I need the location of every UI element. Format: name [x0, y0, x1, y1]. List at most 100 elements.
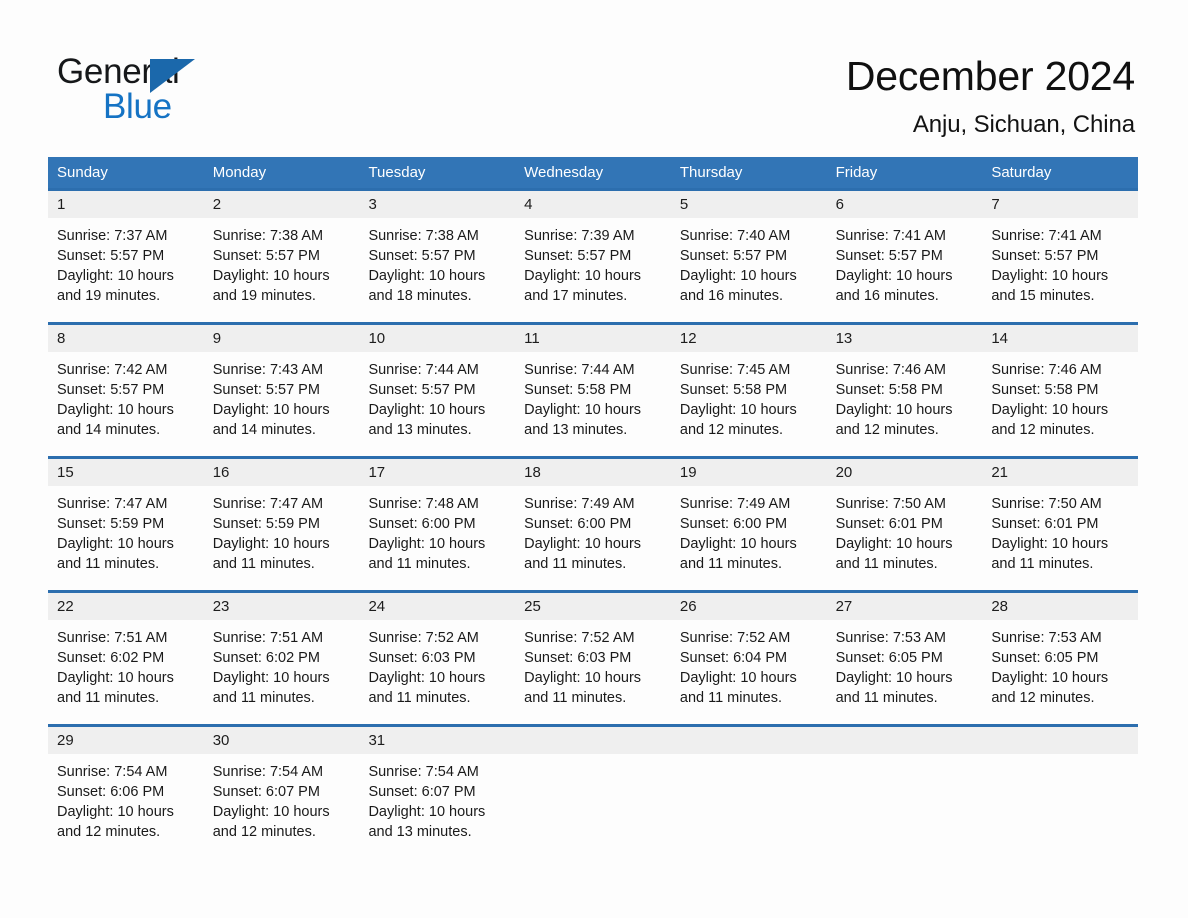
sunrise-text: Sunrise: 7:48 AM — [368, 496, 479, 512]
sunset-text: Sunset: 5:58 PM — [991, 382, 1099, 398]
calendar-week-row: 15 16 17 18 19 20 21 Sunrise: 7:47 AM Sunset: 5:… — [48, 456, 1138, 590]
sunset-text: Sunset: 6:04 PM — [679, 650, 788, 666]
sunrise-text: Sunrise: 7:41 AM — [835, 228, 947, 244]
day-cell[interactable]: Sunrise: 7:46 AM Sunset: 5:58 PM Daylight:… — [827, 352, 983, 456]
day-cell[interactable]: Sunrise: 7:49 AM Sunset: 6:00 PM Daylight:… — [671, 486, 827, 590]
general-blue-logo: General Blue — [57, 52, 307, 127]
day-number[interactable]: 2 — [204, 191, 360, 218]
day-number[interactable]: 8 — [48, 325, 204, 352]
day-number[interactable]: 20 — [827, 459, 983, 486]
day-number[interactable]: 26 — [671, 593, 827, 620]
day-cell[interactable]: Sunrise: 7:51 AM Sunset: 6:02 PM Daylight:… — [48, 620, 204, 724]
day-number[interactable]: 23 — [204, 593, 360, 620]
day-cell[interactable]: Sunrise: 7:52 AM Sunset: 6:03 PM Daylight:… — [359, 620, 515, 724]
sunrise-text: Sunrise: 7:49 AM — [679, 496, 791, 512]
sunrise-text: Sunrise: 7:47 AM — [212, 496, 324, 512]
day-number[interactable]: 11 — [515, 325, 671, 352]
daylight-text: Daylight: 10 hours and 19 minutes. — [212, 268, 330, 304]
sunrise-text: Sunrise: 7:54 AM — [368, 764, 479, 780]
day-number[interactable]: 18 — [515, 459, 671, 486]
day-number[interactable]: 13 — [827, 325, 983, 352]
day-number[interactable]: 22 — [48, 593, 204, 620]
daylight-text: Daylight: 10 hours and 12 minutes. — [679, 402, 797, 438]
day-number[interactable]: 15 — [48, 459, 204, 486]
day-cell[interactable]: Sunrise: 7:53 AM Sunset: 6:05 PM Daylight:… — [827, 620, 983, 724]
day-number[interactable]: 12 — [671, 325, 827, 352]
day-cell[interactable]: Sunrise: 7:54 AM Sunset: 6:07 PM Daylight:… — [204, 754, 360, 858]
day-number[interactable]: 14 — [982, 325, 1138, 352]
day-number[interactable]: 5 — [671, 191, 827, 218]
week-inner: 29 30 31 Sunrise: 7:54 AM Sunset: 6:06 PM Day… — [48, 727, 1138, 858]
day-number[interactable]: 7 — [982, 191, 1138, 218]
sunset-text: Sunset: 6:06 PM — [57, 784, 165, 800]
day-cell[interactable]: Sunrise: 7:44 AM Sunset: 5:57 PM Daylight:… — [359, 352, 515, 456]
sunrise-text: Sunrise: 7:43 AM — [212, 362, 324, 378]
day-cell[interactable]: Sunrise: 7:46 AM Sunset: 5:58 PM Daylight:… — [982, 352, 1138, 456]
sunrise-text: Sunrise: 7:52 AM — [524, 630, 635, 646]
sunset-text: Sunset: 5:59 PM — [57, 516, 165, 532]
sunset-text: Sunset: 5:57 PM — [57, 382, 165, 398]
day-cell[interactable]: Sunrise: 7:47 AM Sunset: 5:59 PM Daylight:… — [204, 486, 360, 590]
sunset-text: Sunset: 5:58 PM — [679, 382, 788, 398]
sunrise-text: Sunrise: 7:52 AM — [679, 630, 791, 646]
day-number[interactable]: 1 — [48, 191, 204, 218]
day-cell[interactable]: Sunrise: 7:43 AM Sunset: 5:57 PM Daylight:… — [204, 352, 360, 456]
day-cell[interactable]: Sunrise: 7:53 AM Sunset: 6:05 PM Daylight:… — [982, 620, 1138, 724]
day-number[interactable]: 17 — [359, 459, 515, 486]
day-cell[interactable]: Sunrise: 7:44 AM Sunset: 5:58 PM Daylight:… — [515, 352, 671, 456]
day-cell[interactable]: Sunrise: 7:41 AM Sunset: 5:57 PM Daylight:… — [827, 218, 983, 322]
day-number[interactable]: 9 — [204, 325, 360, 352]
day-cell[interactable]: Sunrise: 7:39 AM Sunset: 5:57 PM Daylight:… — [515, 218, 671, 322]
day-cell[interactable]: Sunrise: 7:38 AM Sunset: 5:57 PM Daylight:… — [204, 218, 360, 322]
sunrise-text: Sunrise: 7:40 AM — [679, 228, 791, 244]
day-number[interactable]: 25 — [515, 593, 671, 620]
sunset-text: Sunset: 5:59 PM — [212, 516, 320, 532]
day-cell[interactable]: Sunrise: 7:37 AM Sunset: 5:57 PM Daylight:… — [48, 218, 204, 322]
calendar-week-row: 29 30 31 Sunrise: 7:54 AM Sunset: 6:06 PM Day… — [48, 724, 1138, 858]
day-cell[interactable]: Sunrise: 7:40 AM Sunset: 5:57 PM Daylight:… — [671, 218, 827, 322]
day-number-band: 8 9 10 11 12 13 14 — [48, 325, 1138, 352]
day-cell[interactable]: Sunrise: 7:51 AM Sunset: 6:02 PM Daylight:… — [204, 620, 360, 724]
day-number[interactable]: 21 — [982, 459, 1138, 486]
day-cell[interactable]: Sunrise: 7:47 AM Sunset: 5:59 PM Daylight:… — [48, 486, 204, 590]
sunset-text: Sunset: 6:00 PM — [524, 516, 632, 532]
sunrise-text: Sunrise: 7:52 AM — [368, 630, 479, 646]
daylight-text: Daylight: 10 hours and 11 minutes. — [524, 536, 642, 572]
week-inner: 22 23 24 25 26 27 28 Sunrise: 7:51 AM Sunset: 6:… — [48, 593, 1138, 724]
day-cell[interactable]: Sunrise: 7:54 AM Sunset: 6:07 PM Daylight:… — [359, 754, 515, 858]
day-number[interactable]: 31 — [359, 727, 515, 754]
day-number[interactable]: 4 — [515, 191, 671, 218]
day-number[interactable]: 27 — [827, 593, 983, 620]
day-cell[interactable]: Sunrise: 7:42 AM Sunset: 5:57 PM Daylight:… — [48, 352, 204, 456]
calendar-weeks: 1 2 3 4 5 6 7 Sunrise: 7:37 AM Sunset: 5:57 PM Da… — [48, 188, 1138, 858]
day-cell[interactable]: Sunrise: 7:41 AM Sunset: 5:57 PM Daylight:… — [982, 218, 1138, 322]
day-number[interactable]: 24 — [359, 593, 515, 620]
day-number[interactable]: 19 — [671, 459, 827, 486]
sunset-text: Sunset: 5:58 PM — [835, 382, 943, 398]
daylight-text: Daylight: 10 hours and 19 minutes. — [57, 268, 174, 304]
day-cell[interactable]: Sunrise: 7:52 AM Sunset: 6:04 PM Daylight:… — [671, 620, 827, 724]
day-number[interactable]: 10 — [359, 325, 515, 352]
weekday-header-sunday: Sunday — [57, 164, 108, 181]
day-cell[interactable]: Sunrise: 7:50 AM Sunset: 6:01 PM Daylight:… — [982, 486, 1138, 590]
day-cell[interactable]: Sunrise: 7:48 AM Sunset: 6:00 PM Daylight:… — [359, 486, 515, 590]
sunset-text: Sunset: 6:02 PM — [212, 650, 320, 666]
day-cell[interactable]: Sunrise: 7:52 AM Sunset: 6:03 PM Daylight:… — [515, 620, 671, 724]
day-cell[interactable]: Sunrise: 7:49 AM Sunset: 6:00 PM Daylight:… — [515, 486, 671, 590]
day-number[interactable]: 3 — [359, 191, 515, 218]
day-number[interactable]: 6 — [827, 191, 983, 218]
day-cell[interactable]: Sunrise: 7:54 AM Sunset: 6:06 PM Daylight:… — [48, 754, 204, 858]
day-number[interactable]: 30 — [204, 727, 360, 754]
weekday-header-thursday: Thursday — [679, 164, 743, 181]
day-number[interactable]: 16 — [204, 459, 360, 486]
day-number[interactable]: 28 — [982, 593, 1138, 620]
daylight-text: Daylight: 10 hours and 11 minutes. — [57, 536, 174, 572]
day-cell[interactable]: Sunrise: 7:45 AM Sunset: 5:58 PM Daylight:… — [671, 352, 827, 456]
sunrise-text: Sunrise: 7:47 AM — [57, 496, 168, 512]
sunset-text: Sunset: 6:02 PM — [57, 650, 165, 666]
day-cell[interactable]: Sunrise: 7:50 AM Sunset: 6:01 PM Daylight:… — [827, 486, 983, 590]
day-details-band: Sunrise: 7:42 AM Sunset: 5:57 PM Daylight:… — [48, 352, 1138, 456]
daylight-text: Daylight: 10 hours and 17 minutes. — [524, 268, 642, 304]
day-number[interactable]: 29 — [48, 727, 204, 754]
day-cell[interactable]: Sunrise: 7:38 AM Sunset: 5:57 PM Daylight:… — [359, 218, 515, 322]
